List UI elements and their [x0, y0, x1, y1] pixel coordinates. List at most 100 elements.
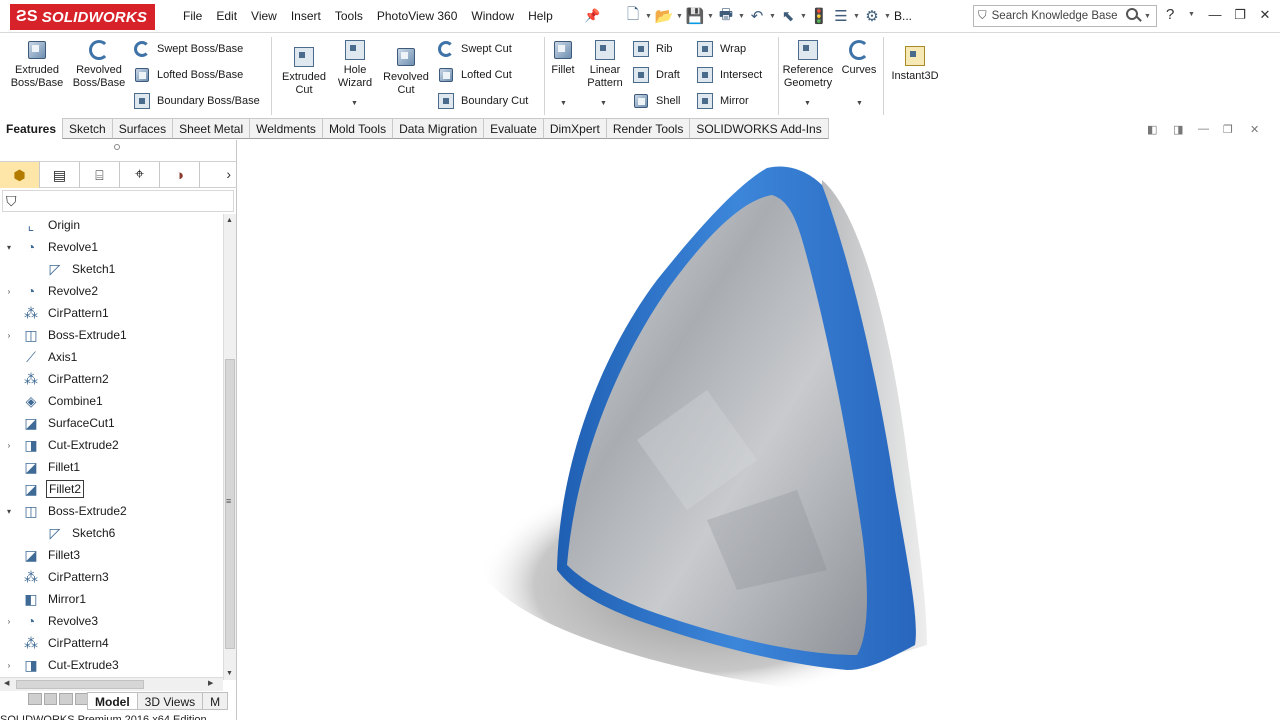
expand-toggle-icon[interactable]: › — [4, 441, 14, 450]
featuremanager-tree-tab[interactable]: ⬢ — [0, 162, 40, 188]
scroll-down-icon[interactable]: ▼ — [226, 670, 233, 677]
tree-item[interactable]: ⁂ CirPattern4 — [0, 632, 223, 654]
search-icon[interactable] — [1124, 7, 1144, 25]
tree-item[interactable]: ⁂ CirPattern1 — [0, 302, 223, 324]
fillet-button[interactable]: Fillet — [547, 39, 579, 77]
tree-filter-bar[interactable]: ⛉ — [2, 190, 234, 212]
instant3d-button[interactable]: Instant3D — [886, 45, 944, 83]
tab-sketch[interactable]: Sketch — [62, 118, 113, 139]
draft-button[interactable]: Draft — [632, 64, 680, 86]
print-dropdown-icon[interactable]: ▼ — [737, 13, 746, 20]
lofted-boss-button[interactable]: Lofted Boss/Base — [133, 64, 243, 86]
expand-toggle-icon[interactable]: › — [4, 331, 14, 340]
help-dropdown-icon[interactable]: ▼ — [1188, 11, 1195, 18]
tab-motion-study[interactable]: M — [202, 692, 229, 710]
tree-item[interactable]: › ◨ Cut-Extrude2 — [0, 434, 223, 456]
extruded-cut-button[interactable]: Extruded Cut — [278, 46, 330, 97]
tab-sheet-metal[interactable]: Sheet Metal — [172, 118, 251, 139]
reference-geometry-button[interactable]: Reference Geometry — [780, 39, 836, 90]
select-dropdown-icon[interactable]: ▼ — [799, 13, 808, 20]
menu-help[interactable]: Help — [521, 8, 560, 24]
expand-toggle-icon[interactable]: › — [4, 661, 14, 670]
scroll-right-icon[interactable]: ▶ — [208, 679, 213, 687]
doc-close-icon[interactable]: ✕ — [1250, 123, 1259, 136]
search-dropdown-icon[interactable]: ▼ — [1144, 13, 1154, 20]
lofted-cut-button[interactable]: Lofted Cut — [437, 64, 512, 86]
tab-weldments[interactable]: Weldments — [249, 118, 323, 139]
doc-minimize-icon[interactable]: — — [1198, 123, 1209, 135]
boundary-cut-button[interactable]: Boundary Cut — [437, 90, 528, 112]
extruded-boss-button[interactable]: Extruded Boss/Base — [8, 39, 66, 90]
menu-view[interactable]: View — [244, 8, 284, 24]
tab-features[interactable]: Features — [0, 118, 64, 139]
reference-geometry-dropdown-icon[interactable]: ▼ — [804, 100, 811, 107]
tree-item[interactable]: ⟋ Axis1 — [0, 346, 223, 368]
linear-pattern-button[interactable]: Linear Pattern — [583, 39, 627, 90]
tree-item[interactable]: ◪ Fillet3 — [0, 544, 223, 566]
options-gear-icon[interactable]: ⚙ — [861, 6, 883, 26]
save-dropdown-icon[interactable]: ▼ — [706, 13, 715, 20]
tree-item[interactable]: ◪ SurfaceCut1 — [0, 412, 223, 434]
scroll-up-icon[interactable]: ▲ — [226, 217, 233, 224]
graphics-area[interactable] — [237, 140, 1280, 720]
linear-pattern-dropdown-icon[interactable]: ▼ — [600, 100, 607, 107]
expand-toggle-icon[interactable]: ▾ — [4, 507, 14, 516]
mirror-button[interactable]: Mirror — [696, 90, 749, 112]
menu-file[interactable]: File — [176, 8, 209, 24]
search-knowledge-base[interactable]: ⛉ Search Knowledge Base ▼ — [973, 5, 1157, 27]
tab-3d-views[interactable]: 3D Views — [136, 692, 204, 710]
open-dropdown-icon[interactable]: ▼ — [675, 13, 684, 20]
search-scope-icon[interactable]: ⛉ — [978, 10, 987, 23]
expand-toggle-icon[interactable]: › — [4, 617, 14, 626]
solidworks-logo[interactable]: ƧS SOLIDWORKS — [10, 4, 155, 30]
curves-button[interactable]: Curves — [840, 39, 878, 77]
tree-item[interactable]: ▾ ◔ Revolve1 — [0, 236, 223, 258]
tree-item[interactable]: ⌞ Origin — [0, 214, 223, 236]
curves-dropdown-icon[interactable]: ▼ — [856, 100, 863, 107]
help-icon[interactable]: ? — [1166, 6, 1174, 23]
fillet-dropdown-icon[interactable]: ▼ — [560, 100, 567, 107]
boundary-boss-button[interactable]: Boundary Boss/Base — [133, 90, 260, 112]
open-folder-icon[interactable]: 📂 — [653, 6, 675, 26]
tab-model[interactable]: Model — [87, 692, 138, 710]
undo-dropdown-icon[interactable]: ▼ — [768, 13, 777, 20]
hscroll-thumb[interactable] — [16, 680, 144, 689]
menu-photoview[interactable]: PhotoView 360 — [370, 8, 465, 24]
truncated-toolbar-label[interactable]: B... — [894, 9, 912, 23]
tree-item[interactable]: ◸ Sketch6 — [0, 522, 223, 544]
tree-item[interactable]: ▾ ◫ Boss-Extrude2 — [0, 500, 223, 522]
tree-item[interactable]: › ◔ Revolve2 — [0, 280, 223, 302]
undo-icon[interactable]: ↶ — [746, 6, 768, 26]
menu-edit[interactable]: Edit — [209, 8, 244, 24]
new-document-icon[interactable]: 🗋 — [622, 6, 644, 26]
tile-left-icon[interactable]: ◧ — [1147, 123, 1157, 136]
pin-menu-icon[interactable]: 📌 — [584, 8, 600, 24]
model-view-svg[interactable] — [237, 140, 1280, 720]
tab-data-migration[interactable]: Data Migration — [392, 118, 485, 139]
select-pointer-icon[interactable]: ⬉ — [777, 6, 799, 26]
tab-mold-tools[interactable]: Mold Tools — [321, 118, 394, 139]
menu-insert[interactable]: Insert — [284, 8, 328, 24]
tree-item[interactable]: ◧ Mirror1 — [0, 588, 223, 610]
minimize-icon[interactable]: — — [1205, 7, 1225, 22]
tile-right-icon[interactable]: ◨ — [1173, 123, 1183, 136]
scroll-left-icon[interactable]: ◀ — [4, 679, 9, 687]
menu-window[interactable]: Window — [464, 8, 521, 24]
wrap-button[interactable]: Wrap — [696, 38, 746, 60]
revolved-cut-button[interactable]: Revolved Cut — [381, 46, 431, 97]
tab-surfaces[interactable]: Surfaces — [111, 118, 174, 139]
intersect-button[interactable]: Intersect — [696, 64, 762, 86]
panel-grip-icon[interactable] — [114, 144, 120, 150]
expand-toggle-icon[interactable]: ▾ — [4, 243, 14, 252]
swept-boss-button[interactable]: Swept Boss/Base — [133, 38, 243, 60]
tree-item[interactable]: › ◔ Revolve3 — [0, 610, 223, 632]
tree-item[interactable]: ◪ Fillet2 — [0, 478, 223, 500]
rib-button[interactable]: Rib — [632, 38, 673, 60]
tab-evaluate[interactable]: Evaluate — [483, 118, 544, 139]
rebuild-icon[interactable]: 🚦 — [808, 6, 830, 26]
more-tabs-chevron-icon[interactable]: › — [226, 166, 231, 182]
file-properties-dropdown-icon[interactable]: ▼ — [852, 13, 861, 20]
expand-toggle-icon[interactable]: › — [4, 287, 14, 296]
displaymanager-tab[interactable]: ◑ — [160, 162, 200, 188]
file-properties-icon[interactable]: ☰ — [830, 6, 852, 26]
